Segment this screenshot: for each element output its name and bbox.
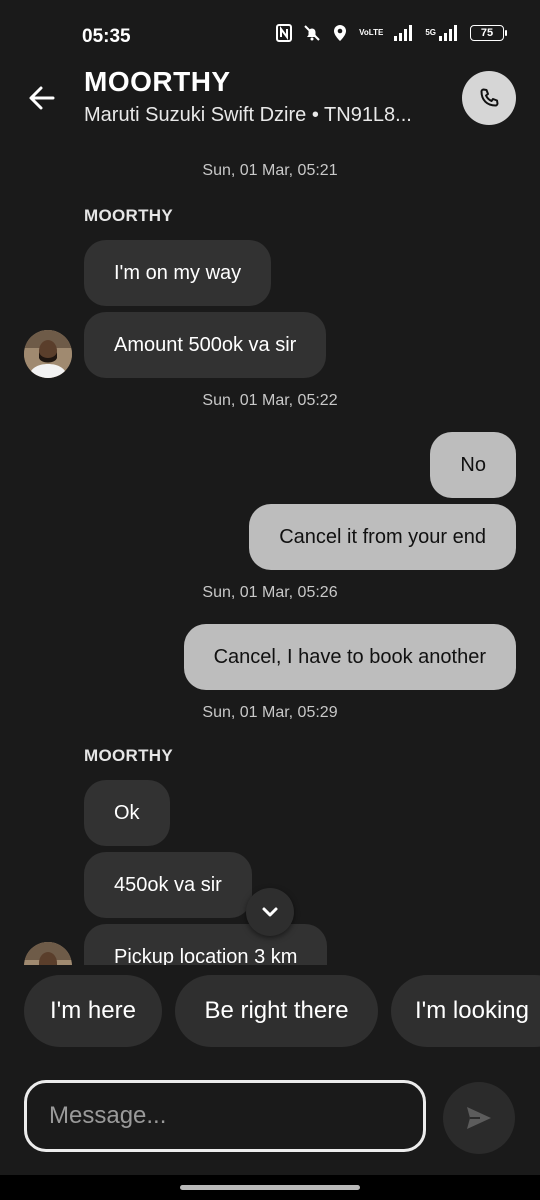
location-icon [331,24,349,42]
call-button[interactable] [462,71,516,125]
status-icons: VoLTE 5G 75 [275,24,507,42]
phone-icon [480,88,499,107]
message-bubble-incoming[interactable]: I'm on my way [84,240,272,306]
home-indicator[interactable] [180,1185,360,1190]
arrow-left-icon [29,86,55,110]
send-icon [467,1107,491,1129]
quick-replies: I'm here Be right there I'm looking [0,975,540,1049]
quick-reply-chip[interactable]: Be right there [175,975,378,1047]
navigation-bar [0,1175,540,1200]
scroll-to-bottom-button[interactable] [246,888,294,936]
sender-name: MOORTHY [84,206,173,225]
send-button[interactable] [443,1082,515,1154]
nfc-icon [275,24,293,42]
chevron-down-icon [262,907,278,917]
message-bubble-incoming[interactable]: Pickup location 3 km [84,924,328,965]
driver-photo [24,942,72,965]
volte-icon: VoLTE [359,28,384,37]
signal-icon [393,24,415,42]
bell-off-icon [303,24,321,42]
contact-name: MOORTHY [84,66,231,97]
avatar[interactable] [24,942,72,965]
quick-reply-chip[interactable]: I'm looking [391,975,540,1047]
battery-level: 75 [480,27,494,39]
vehicle-info: Maruti Suzuki Swift Dzire • TN91L8... [84,104,412,126]
message-bubble-outgoing[interactable]: No [430,432,516,498]
timestamp: Sun, 01 Mar, 05:29 [202,704,338,721]
5g-signal-icon: 5G [425,24,460,42]
message-bubble-incoming[interactable]: 450ok va sir [84,852,252,918]
message-bubble-outgoing[interactable]: Cancel it from your end [249,504,516,570]
timestamp: Sun, 01 Mar, 05:21 [202,162,338,179]
message-bubble-incoming[interactable]: Amount 500ok va sir [84,312,327,378]
message-bubble-outgoing[interactable]: Cancel, I have to book another [183,624,516,690]
avatar[interactable] [24,330,72,378]
driver-photo [24,330,72,378]
quick-reply-chip[interactable]: I'm here [24,975,162,1047]
battery-icon: 75 [470,25,507,41]
message-input[interactable] [24,1080,426,1152]
timestamp: Sun, 01 Mar, 05:22 [202,392,338,409]
chat-header: MOORTHY Maruti Suzuki Swift Dzire • TN91… [0,60,540,140]
message-bubble-incoming[interactable]: Ok [84,780,170,846]
status-time: 05:35 [82,26,131,47]
back-button[interactable] [22,78,62,118]
message-list[interactable]: Sun, 01 Mar, 05:21 MOORTHY I'm on my way… [0,140,540,965]
sender-name: MOORTHY [84,746,173,765]
timestamp: Sun, 01 Mar, 05:26 [202,584,338,601]
status-bar: 05:35 VoLTE 5G 75 [0,0,540,60]
